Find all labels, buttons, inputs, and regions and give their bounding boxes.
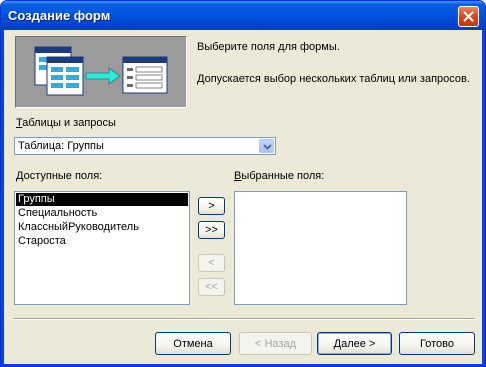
selected-fields-label: Выбранные поля: xyxy=(234,170,324,182)
tables-select[interactable]: Таблица: Группы xyxy=(14,137,276,155)
add-all-fields-label: >> xyxy=(205,224,218,236)
next-button[interactable]: Далее > xyxy=(317,332,392,355)
instruction-hint: Допускается выбор нескольких таблиц или … xyxy=(197,73,470,85)
selected-fields-rest: ыбранные поля: xyxy=(241,170,325,182)
list-item[interactable]: Группы xyxy=(16,193,188,206)
add-all-fields-button[interactable]: >> xyxy=(198,221,225,239)
wizard-illustration-icon xyxy=(34,46,168,96)
back-label: < Назад xyxy=(255,337,296,350)
cancel-button[interactable]: Отмена xyxy=(155,332,231,355)
selected-fields-list[interactable] xyxy=(234,191,407,305)
list-item[interactable]: Староста xyxy=(16,235,66,248)
available-fields-hotkey: Д xyxy=(16,170,24,182)
tables-select-value: Таблица: Группы xyxy=(18,140,104,152)
finish-button[interactable]: Готово xyxy=(399,332,475,355)
window-frame-left xyxy=(1,30,4,366)
remove-all-fields-label: << xyxy=(205,281,218,293)
instruction-text: Выберите поля для формы. xyxy=(197,41,340,53)
close-button[interactable] xyxy=(458,6,479,27)
available-fields-list[interactable]: Группы Специальность КлассныйРуководител… xyxy=(14,191,190,305)
cancel-label: Отмена xyxy=(173,337,213,350)
list-item[interactable]: Специальность xyxy=(16,207,97,220)
available-fields-rest: оступные поля: xyxy=(23,170,103,182)
tables-select-arrow[interactable] xyxy=(259,139,274,153)
close-icon xyxy=(463,11,474,22)
remove-field-button[interactable]: < xyxy=(198,254,225,272)
back-button[interactable]: < Назад xyxy=(239,332,312,355)
wizard-illustration xyxy=(15,36,187,108)
window-frame-right xyxy=(482,30,485,366)
form-wizard-window: Создание форм Выберите поля для формы. Д… xyxy=(0,0,486,367)
add-field-label: > xyxy=(208,200,215,212)
finish-label: Готово xyxy=(420,337,454,350)
window-title: Создание форм xyxy=(8,8,111,23)
available-fields-label: Доступные поля: xyxy=(16,170,102,182)
chevron-down-icon xyxy=(263,144,272,150)
remove-all-fields-button[interactable]: << xyxy=(198,278,225,296)
title-bar[interactable]: Создание форм xyxy=(1,1,485,30)
next-label: Далее > xyxy=(333,337,376,350)
remove-field-label: < xyxy=(208,257,215,269)
list-item[interactable]: КлассныйРуководитель xyxy=(16,221,139,234)
tables-label: Таблицы и запросы xyxy=(16,117,116,129)
add-field-button[interactable]: > xyxy=(198,197,225,215)
tables-label-rest: аблицы и запросы xyxy=(22,117,116,129)
footer-divider xyxy=(13,318,475,320)
